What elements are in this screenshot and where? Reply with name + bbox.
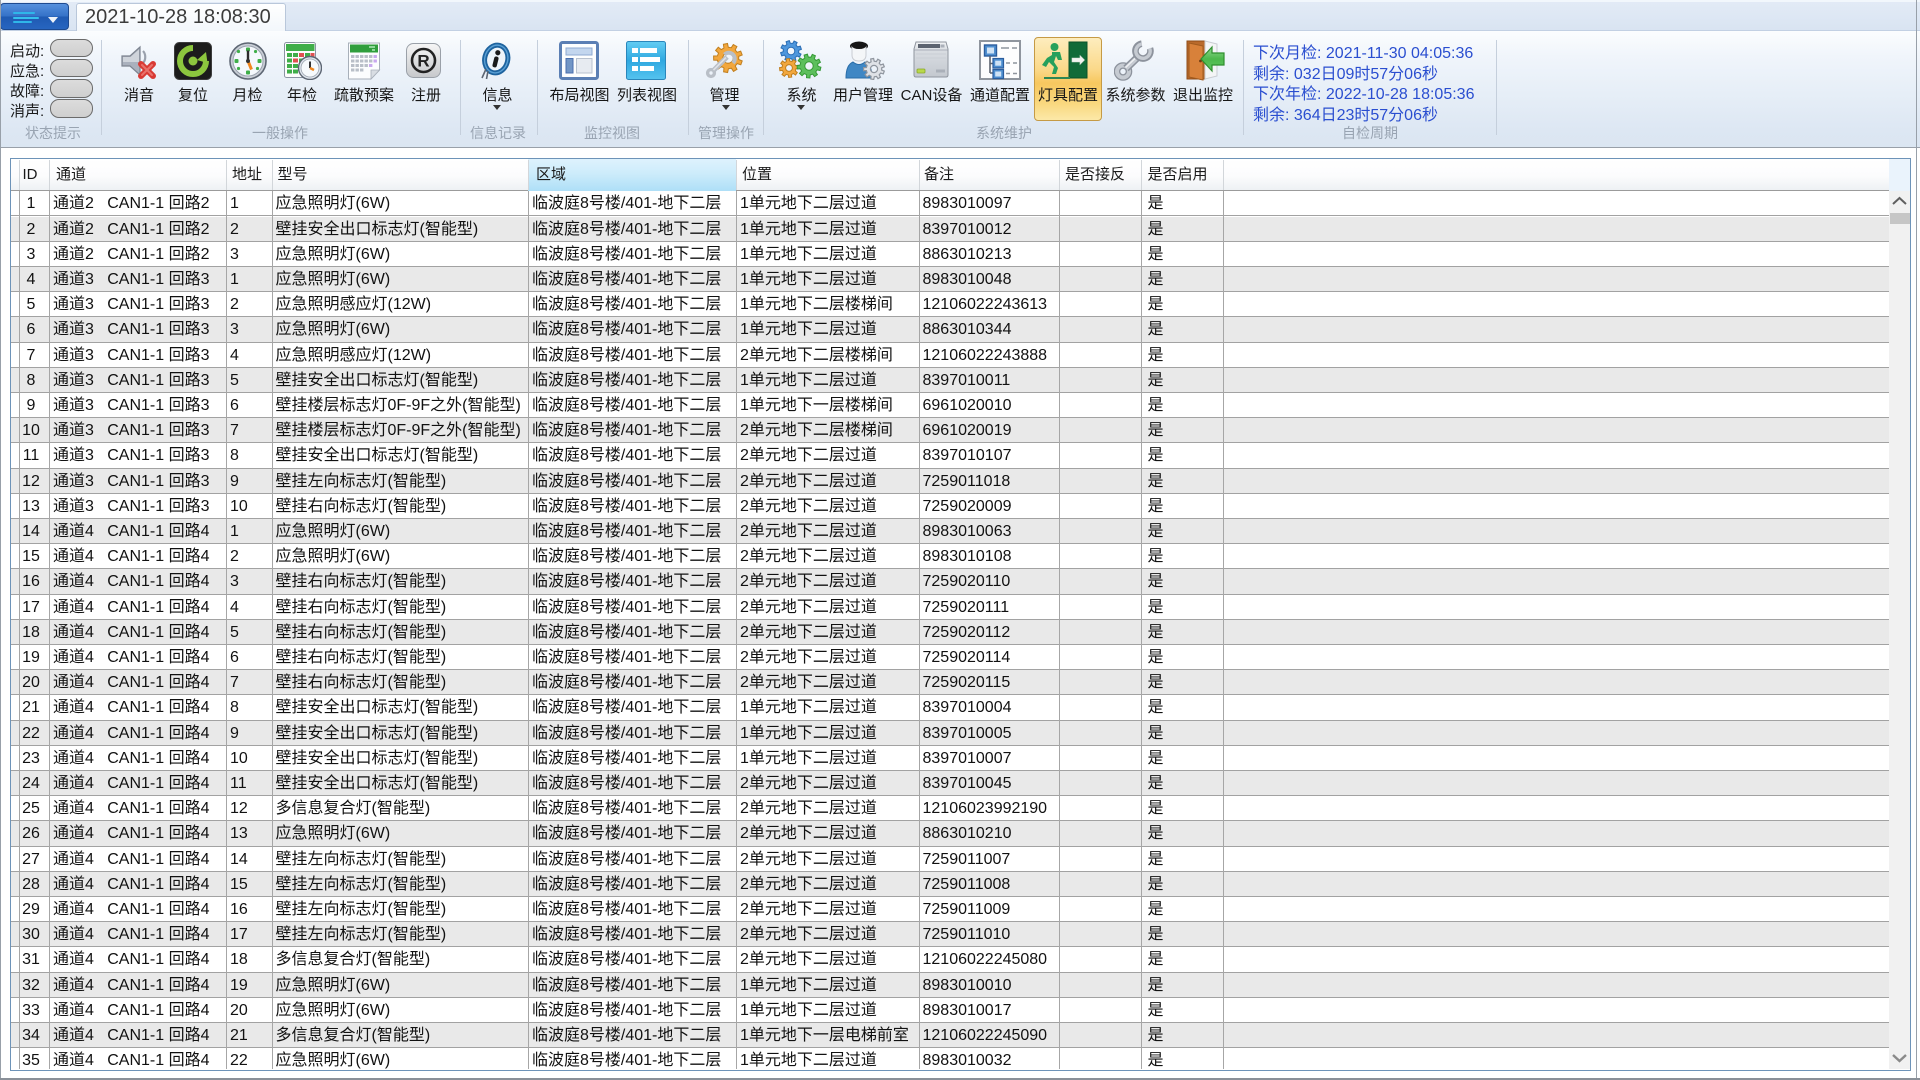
svg-text:R: R [417, 52, 429, 71]
